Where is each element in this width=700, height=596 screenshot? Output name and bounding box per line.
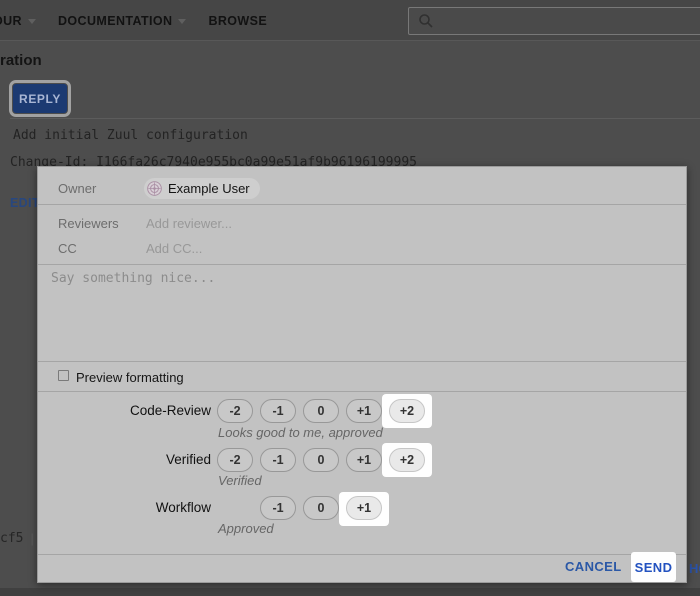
- divider: [38, 554, 686, 555]
- vote-button-code-review-minus2[interactable]: -2: [217, 399, 253, 423]
- vote-button-verified-zero[interactable]: 0: [303, 448, 339, 472]
- vote-button-verified-minus1[interactable]: -1: [260, 448, 296, 472]
- owner-name: Example User: [168, 181, 250, 196]
- message-textarea[interactable]: Say something nice...: [51, 271, 215, 286]
- nav-item-your[interactable]: OUR: [0, 14, 36, 28]
- chevron-down-icon: [178, 19, 186, 24]
- divider: [38, 264, 686, 265]
- vote-description: Looks good to me, approved: [218, 425, 383, 440]
- nav-item-browse[interactable]: BROWSE: [208, 14, 267, 28]
- preview-formatting-checkbox[interactable]: [58, 370, 69, 381]
- vote-button-code-review-plus1[interactable]: +1: [346, 399, 382, 423]
- avatar: [147, 181, 162, 196]
- preview-formatting-label: Preview formatting: [76, 370, 184, 385]
- nav-item-label: BROWSE: [208, 14, 267, 28]
- content-divider: [10, 118, 700, 119]
- label-code-review: Code-Review: [38, 399, 211, 423]
- owner-chip[interactable]: Example User: [144, 178, 260, 199]
- send-button[interactable]: SEND: [631, 552, 676, 582]
- vote-button-workflow-zero[interactable]: 0: [303, 496, 339, 520]
- vote-button-workflow-plus1[interactable]: +1: [346, 496, 382, 520]
- vote-button-code-review-plus2[interactable]: +2: [389, 399, 425, 423]
- main-nav: OUR DOCUMENTATION BROWSE: [0, 0, 289, 41]
- chevron-down-icon: [28, 19, 36, 24]
- add-cc-input[interactable]: Add CC...: [146, 241, 202, 256]
- nav-item-label: OUR: [0, 14, 22, 28]
- vote-button-code-review-zero[interactable]: 0: [303, 399, 339, 423]
- vote-button-code-review-minus1[interactable]: -1: [260, 399, 296, 423]
- vote-description: Approved: [218, 521, 274, 536]
- reply-button[interactable]: REPLY: [13, 84, 67, 113]
- add-reviewer-input[interactable]: Add reviewer...: [146, 216, 232, 231]
- commit-subject: Add initial Zuul configuration: [13, 128, 248, 143]
- divider: [38, 204, 686, 205]
- cancel-button[interactable]: CANCEL: [565, 559, 622, 574]
- edit-link[interactable]: EDIT: [10, 196, 40, 210]
- top-nav-bar: OUR DOCUMENTATION BROWSE: [0, 0, 700, 41]
- vote-button-workflow-minus1[interactable]: -1: [260, 496, 296, 520]
- separator: |: [30, 531, 33, 546]
- hash-text: cf5: [0, 531, 23, 546]
- page-footer-band: [0, 588, 700, 596]
- search-icon: [418, 13, 434, 29]
- vote-button-verified-plus1[interactable]: +1: [346, 448, 382, 472]
- label-workflow: Workflow: [38, 496, 211, 520]
- nav-item-documentation[interactable]: DOCUMENTATION: [58, 14, 186, 28]
- vote-button-verified-minus2[interactable]: -2: [217, 448, 253, 472]
- reply-dialog: Owner Example User Reviewers Add reviewe…: [37, 166, 687, 583]
- vote-button-verified-plus2[interactable]: +2: [389, 448, 425, 472]
- spotlight-highlight: SEND: [631, 552, 676, 582]
- reviewers-label: Reviewers: [58, 216, 119, 231]
- nav-item-label: DOCUMENTATION: [58, 14, 172, 28]
- divider: [38, 391, 686, 392]
- divider: [38, 361, 686, 362]
- cc-label: CC: [58, 241, 77, 256]
- background-link-fragment: HO: [689, 561, 700, 576]
- vote-description: Verified: [218, 473, 262, 488]
- owner-label: Owner: [58, 181, 96, 196]
- search-input[interactable]: [408, 7, 700, 35]
- page-title-fragment: ration: [0, 52, 42, 69]
- label-verified: Verified: [38, 448, 211, 472]
